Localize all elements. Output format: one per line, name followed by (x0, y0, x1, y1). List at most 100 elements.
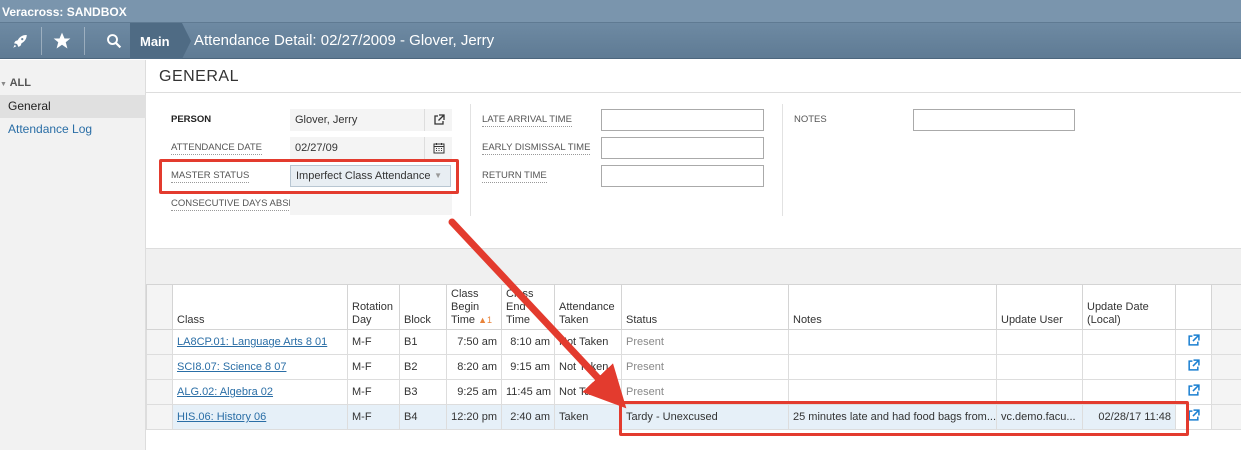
column-header-end-time[interactable]: Class End Time (501, 284, 555, 330)
row-filler (1211, 404, 1241, 430)
table-row[interactable]: SCI8.07: Science 8 07 M-F B2 8:20 am 9:1… (146, 354, 1241, 380)
sidebar-all-group[interactable]: ▼ ALL (0, 77, 31, 89)
cell-class[interactable]: HIS.06: History 06 (172, 404, 348, 430)
column-header-notes[interactable]: Notes (788, 284, 997, 330)
cell-status[interactable]: Present (621, 329, 789, 355)
row-gutter (146, 379, 173, 405)
row-filler (1211, 329, 1241, 355)
sidebar-item-attendance-log[interactable]: Attendance Log (0, 118, 146, 141)
external-link-icon (433, 114, 445, 125)
window-titlebar: Veracross: SANDBOX (0, 0, 1241, 23)
table-row[interactable]: LA8CP.01: Language Arts 8 01 M-F B1 7:50… (146, 329, 1241, 355)
external-link-icon (1188, 334, 1200, 346)
caret-down-icon: ▼ (0, 81, 7, 88)
column-header-rotation-day[interactable]: Rotation Day (347, 284, 400, 330)
class-link[interactable]: LA8CP.01: Language Arts 8 01 (177, 336, 327, 348)
begin-time-label: Class Begin Time (451, 288, 480, 326)
cell-end-time: 11:45 am (501, 379, 555, 405)
column-divider (782, 104, 783, 216)
cell-class[interactable]: ALG.02: Algebra 02 (172, 379, 348, 405)
cell-block: B4 (399, 404, 447, 430)
late-arrival-input[interactable] (601, 109, 764, 131)
cell-end-time: 9:15 am (501, 354, 555, 380)
cell-attendance-taken: Not Taken (554, 379, 622, 405)
cell-end-time: 8:10 am (501, 329, 555, 355)
column-header-filler (1211, 284, 1241, 330)
cell-begin-time: 9:25 am (446, 379, 502, 405)
star-icon[interactable] (42, 23, 82, 59)
grid-toolbar (146, 248, 1241, 284)
external-link-icon (1188, 359, 1200, 371)
highlight-box-master-status (159, 159, 459, 194)
column-header-update-user[interactable]: Update User (996, 284, 1083, 330)
column-header-update-date[interactable]: Update Date (Local) (1082, 284, 1176, 330)
early-dismissal-input[interactable] (601, 137, 764, 159)
calendar-button[interactable] (424, 137, 452, 159)
column-header-status[interactable]: Status (621, 284, 789, 330)
open-person-button[interactable] (424, 109, 452, 131)
open-record-button[interactable] (1175, 329, 1212, 355)
cell-block: B3 (399, 379, 447, 405)
column-header-attendance-taken[interactable]: Attendance Taken (554, 284, 622, 330)
cell-class[interactable]: SCI8.07: Science 8 07 (172, 354, 348, 380)
cell-class[interactable]: LA8CP.01: Language Arts 8 01 (172, 329, 348, 355)
consecutive-days-field (290, 193, 452, 215)
sidebar-item-general[interactable]: General (0, 95, 146, 118)
row-gutter (146, 354, 173, 380)
cell-notes[interactable] (788, 329, 997, 355)
cell-rotation-day: M-F (347, 329, 400, 355)
rocket-icon[interactable] (0, 23, 40, 59)
attendance-date-label: ATTENDANCE DATE (171, 142, 262, 155)
notes-input[interactable] (913, 109, 1075, 131)
return-time-label: RETURN TIME (482, 170, 547, 183)
cell-rotation-day: M-F (347, 379, 400, 405)
consecutive-days-label: CONSECUTIVE DAYS ABSE... (171, 198, 303, 211)
cell-update-user (996, 354, 1083, 380)
search-icon[interactable] (94, 23, 134, 59)
cell-rotation-day: M-F (347, 404, 400, 430)
early-dismissal-label: EARLY DISMISSAL TIME (482, 142, 591, 155)
cell-block: B2 (399, 354, 447, 380)
open-record-button[interactable] (1175, 354, 1212, 380)
person-field: Glover, Jerry (290, 109, 424, 131)
person-label: PERSON (171, 114, 212, 125)
cell-block: B1 (399, 329, 447, 355)
breadcrumb-main[interactable]: Main (130, 23, 191, 59)
notes-label: NOTES (794, 114, 827, 125)
row-filler (1211, 354, 1241, 380)
sidebar: ▼ ALL General Attendance Log (0, 60, 146, 450)
calendar-icon (433, 143, 444, 154)
attendance-date-field: 02/27/09 (290, 137, 424, 159)
class-link[interactable]: SCI8.07: Science 8 07 (177, 361, 286, 373)
row-gutter (146, 329, 173, 355)
sort-indicator-icon: ▲1 (478, 315, 493, 325)
cell-update-user (996, 329, 1083, 355)
return-time-input[interactable] (601, 165, 764, 187)
cell-attendance-taken: Not Taken (554, 354, 622, 380)
row-filler (1211, 379, 1241, 405)
cell-notes[interactable] (788, 354, 997, 380)
cell-attendance-taken: Taken (554, 404, 622, 430)
class-link[interactable]: HIS.06: History 06 (177, 411, 266, 423)
cell-update-date (1082, 329, 1176, 355)
section-divider (146, 92, 1241, 93)
sidebar-all-label: ALL (9, 77, 31, 89)
top-navbar: Main Attendance Detail: 02/27/2009 - Glo… (0, 23, 1241, 59)
cell-update-date (1082, 354, 1176, 380)
column-header-block[interactable]: Block (399, 284, 447, 330)
row-gutter (146, 404, 173, 430)
external-link-icon (1188, 384, 1200, 396)
cell-rotation-day: M-F (347, 354, 400, 380)
column-header-class[interactable]: Class (172, 284, 348, 330)
column-divider (470, 104, 471, 216)
highlight-box-history-row (619, 401, 1189, 436)
column-header-actions (1175, 284, 1212, 330)
cell-status[interactable]: Present (621, 354, 789, 380)
section-title: GENERAL (159, 68, 239, 85)
class-link[interactable]: ALG.02: Algebra 02 (177, 386, 273, 398)
breadcrumb-main-label: Main (140, 33, 170, 49)
app-title: Veracross: SANDBOX (2, 5, 127, 19)
column-header-begin-time[interactable]: Class Begin Time ▲1 (446, 284, 502, 330)
late-arrival-label: LATE ARRIVAL TIME (482, 114, 572, 127)
cell-attendance-taken: Not Taken (554, 329, 622, 355)
